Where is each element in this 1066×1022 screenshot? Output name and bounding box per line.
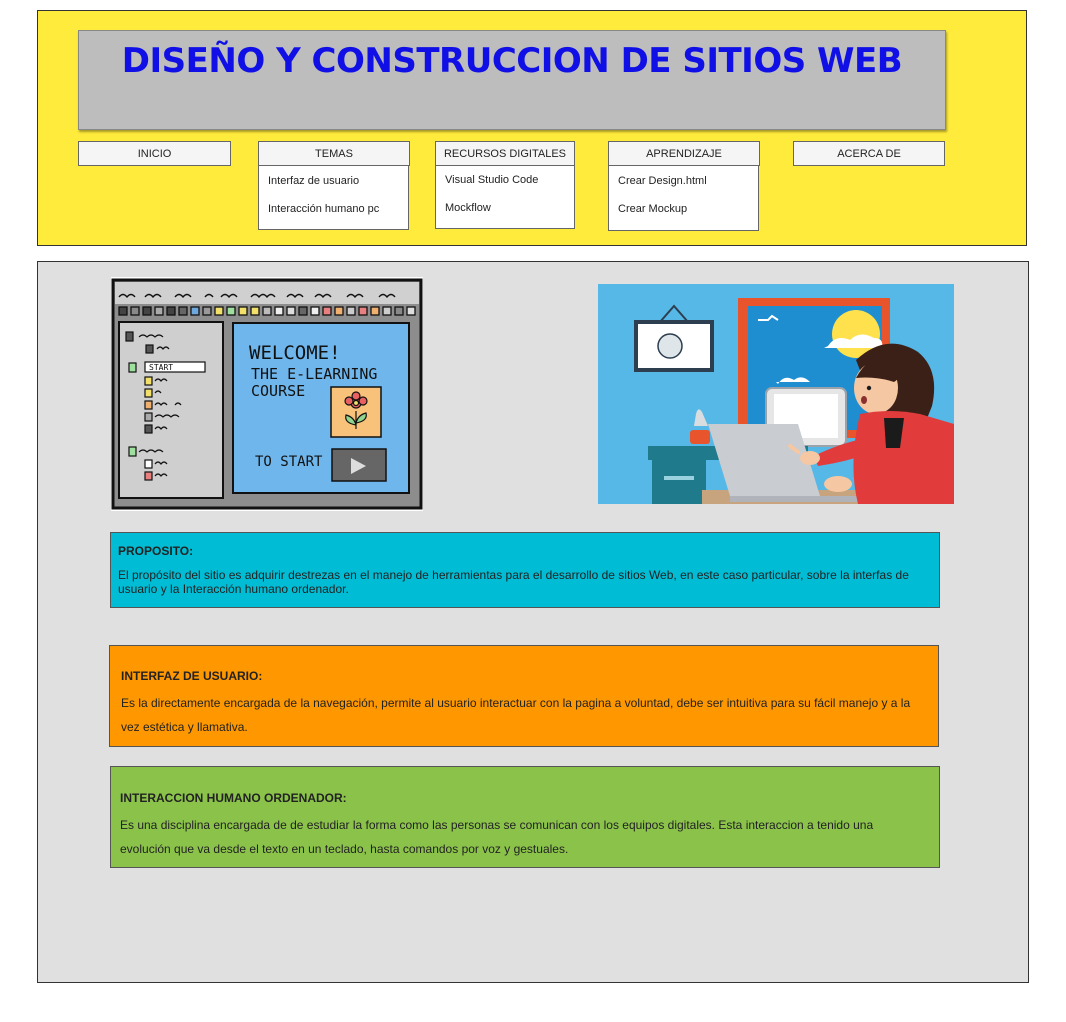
nav-recursos[interactable]: RECURSOS DIGITALES	[435, 141, 575, 166]
elearning-window-drawing: START WELCOME! THE E-LEARNING COURSE TO …	[111, 278, 423, 510]
nav-temas[interactable]: TEMAS	[258, 141, 410, 166]
interfaz-text: Es la directamente encargada de la naveg…	[121, 696, 911, 734]
menu-item-vscode[interactable]: Visual Studio Code	[445, 174, 538, 186]
proposito-text: El propósito del sitio es adquirir destr…	[118, 568, 909, 596]
menu-item-mockflow[interactable]: Mockflow	[445, 202, 491, 214]
menu-item-design[interactable]: Crear Design.html	[618, 175, 707, 187]
elearning-illustration: START WELCOME! THE E-LEARNING COURSE TO …	[111, 277, 423, 511]
woman-laptop-illustration	[598, 284, 954, 504]
site-header: DISEÑO Y CONSTRUCCION DE SITIOS WEB INIC…	[37, 10, 1027, 246]
temas-dropdown: Interfaz de usuario Interacción humano p…	[258, 165, 409, 230]
interaccion-card: INTERACCION HUMANO ORDENADOR: Es una dis…	[110, 766, 940, 868]
interaccion-title: INTERACCION HUMANO ORDENADOR:	[120, 791, 347, 805]
proposito-title: PROPOSITO:	[118, 544, 194, 558]
menu-item-mockup[interactable]: Crear Mockup	[618, 203, 687, 215]
tree-start-label: START	[149, 363, 173, 372]
welcome-text: WELCOME!	[249, 342, 341, 364]
nav-aprendizaje[interactable]: APRENDIZAJE	[608, 141, 760, 166]
interfaz-title: INTERFAZ DE USUARIO:	[121, 669, 263, 683]
nav-inicio[interactable]: INICIO	[78, 141, 231, 166]
menu-item-interfaz[interactable]: Interfaz de usuario	[268, 175, 359, 187]
title-banner: DISEÑO Y CONSTRUCCION DE SITIOS WEB	[78, 30, 946, 130]
to-start-text: TO START	[255, 454, 323, 470]
interaccion-text: Es una disciplina encargada de de estudi…	[120, 818, 874, 856]
aprendizaje-dropdown: Crear Design.html Crear Mockup	[608, 165, 759, 231]
woman-laptop-drawing	[598, 284, 954, 504]
elearning-text: THE E-LEARNING	[251, 365, 377, 383]
page-title: DISEÑO Y CONSTRUCCION DE SITIOS WEB	[121, 41, 903, 81]
nav-acerca[interactable]: ACERCA DE	[793, 141, 945, 166]
menu-item-interaccion[interactable]: Interacción humano pc	[268, 203, 379, 215]
proposito-card: PROPOSITO: El propósito del sitio es adq…	[110, 532, 940, 608]
main-content: START WELCOME! THE E-LEARNING COURSE TO …	[37, 261, 1029, 983]
course-text: COURSE	[251, 382, 305, 400]
recursos-dropdown: Visual Studio Code Mockflow	[435, 165, 575, 229]
interfaz-card: INTERFAZ DE USUARIO: Es la directamente …	[109, 645, 939, 747]
